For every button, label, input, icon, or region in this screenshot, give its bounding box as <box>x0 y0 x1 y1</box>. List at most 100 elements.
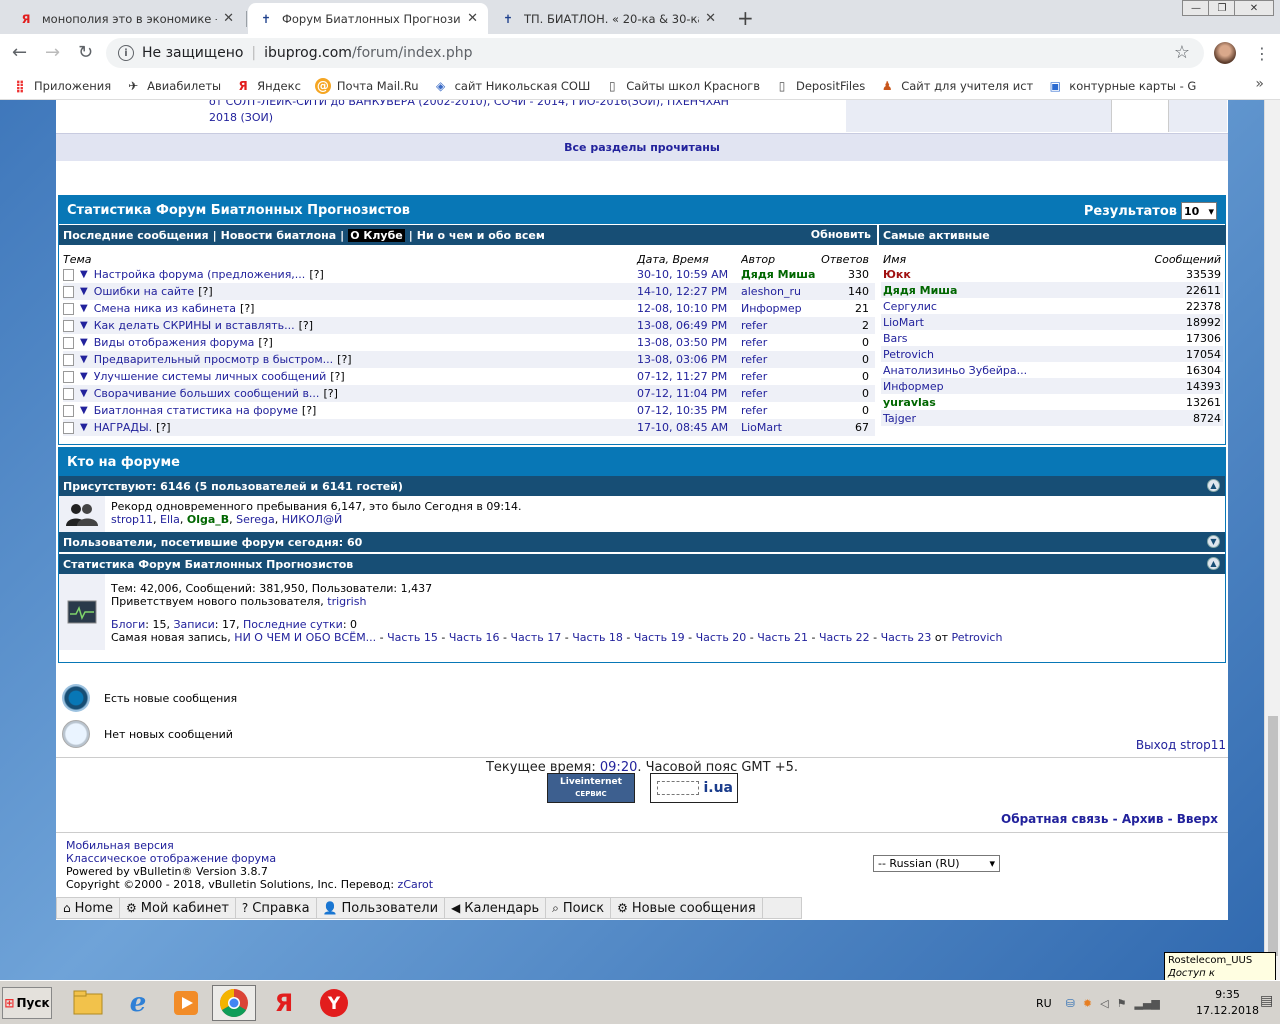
flag-icon[interactable]: ⚑ <box>1117 997 1127 1010</box>
classic-view-link[interactable]: Классическое отображение форума <box>66 852 276 865</box>
go-first-unread-icon[interactable]: ▼ <box>80 269 88 280</box>
new-tab-button[interactable]: + <box>737 6 754 30</box>
go-first-unread-icon[interactable]: ▼ <box>80 388 88 399</box>
topic-link[interactable]: Настройка форума (предложения,... <box>94 268 306 281</box>
nav-4[interactable]: ◀ Календарь <box>445 898 547 918</box>
topic-link[interactable]: Предварительный просмотр в быстром... <box>94 353 333 366</box>
reload-icon[interactable]: ↻ <box>78 42 93 63</box>
go-first-unread-icon[interactable]: ▼ <box>80 354 88 365</box>
new-user-link[interactable]: trigrish <box>327 595 366 608</box>
mobile-version-link[interactable]: Мобильная версия <box>66 839 174 852</box>
part-link[interactable]: Часть 18 <box>572 631 623 644</box>
part-link[interactable]: Часть 20 <box>696 631 747 644</box>
preview-link[interactable]: [?] <box>309 268 323 281</box>
feedback-link[interactable]: Обратная связь <box>1001 812 1108 826</box>
topic-link[interactable]: Смена ника из кабинета <box>94 302 236 315</box>
part-link[interactable]: Часть 21 <box>757 631 808 644</box>
tab-yandex[interactable]: Я монополия это в экономике — Янд ✕ <box>8 3 244 34</box>
topic-author[interactable]: refer <box>741 370 819 383</box>
topic-author[interactable]: LioMart <box>741 421 819 434</box>
media-player-icon[interactable] <box>164 985 208 1021</box>
bookmark-yandex[interactable]: Я Яндекс <box>235 78 300 94</box>
go-first-unread-icon[interactable]: ▼ <box>80 320 88 331</box>
logout-link[interactable]: Выход strop11 <box>1136 738 1226 752</box>
topic-link[interactable]: Сворачивание больших сообщений в... <box>94 387 320 400</box>
expand-icon[interactable]: ▼ <box>1207 535 1220 548</box>
ie-icon[interactable]: e <box>116 985 160 1021</box>
nav-3[interactable]: 👤 Пользователи <box>317 898 446 918</box>
bookmark-apps[interactable]: ⣿ Приложения <box>12 78 111 94</box>
restore-button[interactable]: ❐ <box>1208 0 1236 16</box>
window-close-button[interactable]: ✕ <box>1234 0 1274 16</box>
nav-2[interactable]: ? Справка <box>236 898 317 918</box>
topic-link[interactable]: Ошибки на сайте <box>94 285 195 298</box>
archive-link[interactable]: Архив <box>1122 812 1164 826</box>
bookmark-avia[interactable]: ✈ Авиабилеты <box>125 78 221 94</box>
topic-link[interactable]: Улучшение системы личных сообщений <box>94 370 327 383</box>
subforum-line[interactable]: 2018 (ЗОИ) <box>209 110 829 126</box>
newest-author-link[interactable]: Petrovich <box>952 631 1003 644</box>
menu-icon[interactable]: ⋮ <box>1254 44 1270 63</box>
tab-biathlon[interactable]: ✝ ТП. БИАТЛОН. « 20-ка & 30-ка ». С ✕ <box>490 3 726 34</box>
go-first-unread-icon[interactable]: ▼ <box>80 405 88 416</box>
topic-link[interactable]: Как делать СКРИНЫ и вставлять... <box>94 319 295 332</box>
preview-link[interactable]: [?] <box>337 353 351 366</box>
clock[interactable]: 9:35 17.12.2018 <box>1196 987 1259 1019</box>
subforum-line[interactable]: от СОЛТ-ЛЕЙК-СИТИ до ВАНКУВЕРА (2002-201… <box>209 100 829 110</box>
bookmark-schools[interactable]: ▯ Сайты школ Красногв <box>604 78 760 94</box>
liveinternet-counter[interactable]: Liveinternet СЕРВИС СТАТИСТИКИ <box>547 773 635 810</box>
online-user-link[interactable]: Olga_B <box>187 513 229 526</box>
volume-icon[interactable]: ◁ <box>1100 997 1108 1010</box>
iua-counter[interactable]: i.ua <box>650 773 738 803</box>
tab-last-posts[interactable]: Последние сообщения <box>63 229 209 242</box>
bookmark-depositfiles[interactable]: ▯ DepositFiles <box>774 78 866 94</box>
preview-link[interactable]: [?] <box>156 421 170 434</box>
network-icon[interactable]: ⛁ <box>1066 997 1075 1010</box>
active-user-link[interactable]: Tajger <box>883 412 916 425</box>
topic-author[interactable]: refer <box>741 336 819 349</box>
active-user-link[interactable]: Юкк <box>883 268 911 281</box>
tab-news[interactable]: Новости биатлона <box>221 229 337 242</box>
bookmark-maps[interactable]: ▣ контурные карты - G <box>1047 78 1197 94</box>
part-link[interactable]: Часть 19 <box>634 631 685 644</box>
online-user-link[interactable]: Ella <box>160 513 180 526</box>
online-user-link[interactable]: Serega <box>236 513 275 526</box>
collapse-icon[interactable]: ▲ <box>1207 557 1220 570</box>
preview-link[interactable]: [?] <box>323 387 337 400</box>
active-user-link[interactable]: LioMart <box>883 316 924 329</box>
preview-link[interactable]: [?] <box>299 319 313 332</box>
active-user-link[interactable]: Bars <box>883 332 908 345</box>
start-button[interactable]: ⊞ Пуск <box>2 987 52 1019</box>
nav-6[interactable]: ⚙ Новые сообщения <box>611 898 763 918</box>
go-first-unread-icon[interactable]: ▼ <box>80 337 88 348</box>
close-icon[interactable]: ✕ <box>467 11 478 26</box>
language-indicator[interactable]: RU <box>1036 997 1052 1010</box>
topic-author[interactable]: refer <box>741 387 819 400</box>
info-icon[interactable]: i <box>118 45 134 61</box>
refresh-button[interactable]: Обновить <box>811 228 871 241</box>
chrome-icon[interactable] <box>212 985 256 1021</box>
topic-link[interactable]: НАГРАДЫ. <box>94 421 152 434</box>
topic-author[interactable]: refer <box>741 319 819 332</box>
preview-link[interactable]: [?] <box>198 285 212 298</box>
active-user-link[interactable]: Сергулис <box>883 300 937 313</box>
online-user-link[interactable]: strop11 <box>111 513 153 526</box>
yandex-browser-icon[interactable]: Я <box>262 985 306 1021</box>
profile-avatar[interactable] <box>1214 42 1236 64</box>
topic-author[interactable]: refer <box>741 404 819 417</box>
go-first-unread-icon[interactable]: ▼ <box>80 422 88 433</box>
bookmark-school[interactable]: ◈ сайт Никольская СОШ <box>433 78 590 94</box>
bookmark-teacher[interactable]: ♟ Сайт для учителя ист <box>879 78 1033 94</box>
nav-1[interactable]: ⚙ Мой кабинет <box>120 898 236 918</box>
preview-link[interactable]: [?] <box>330 370 344 383</box>
go-first-unread-icon[interactable]: ▼ <box>80 371 88 382</box>
close-icon[interactable]: ✕ <box>223 11 234 26</box>
signal-icon[interactable]: ▂▄▆ <box>1134 997 1159 1010</box>
go-first-unread-icon[interactable]: ▼ <box>80 303 88 314</box>
preview-link[interactable]: [?] <box>302 404 316 417</box>
online-user-link[interactable]: НИКОЛ@Й <box>282 513 342 526</box>
star-icon[interactable]: ☆ <box>1174 42 1190 63</box>
forum-subforums[interactable]: от СОЛТ-ЛЕЙК-СИТИ до ВАНКУВЕРА (2002-201… <box>209 100 829 126</box>
lastday-link[interactable]: Последние сутки <box>243 618 343 631</box>
active-user-link[interactable]: Petrovich <box>883 348 934 361</box>
